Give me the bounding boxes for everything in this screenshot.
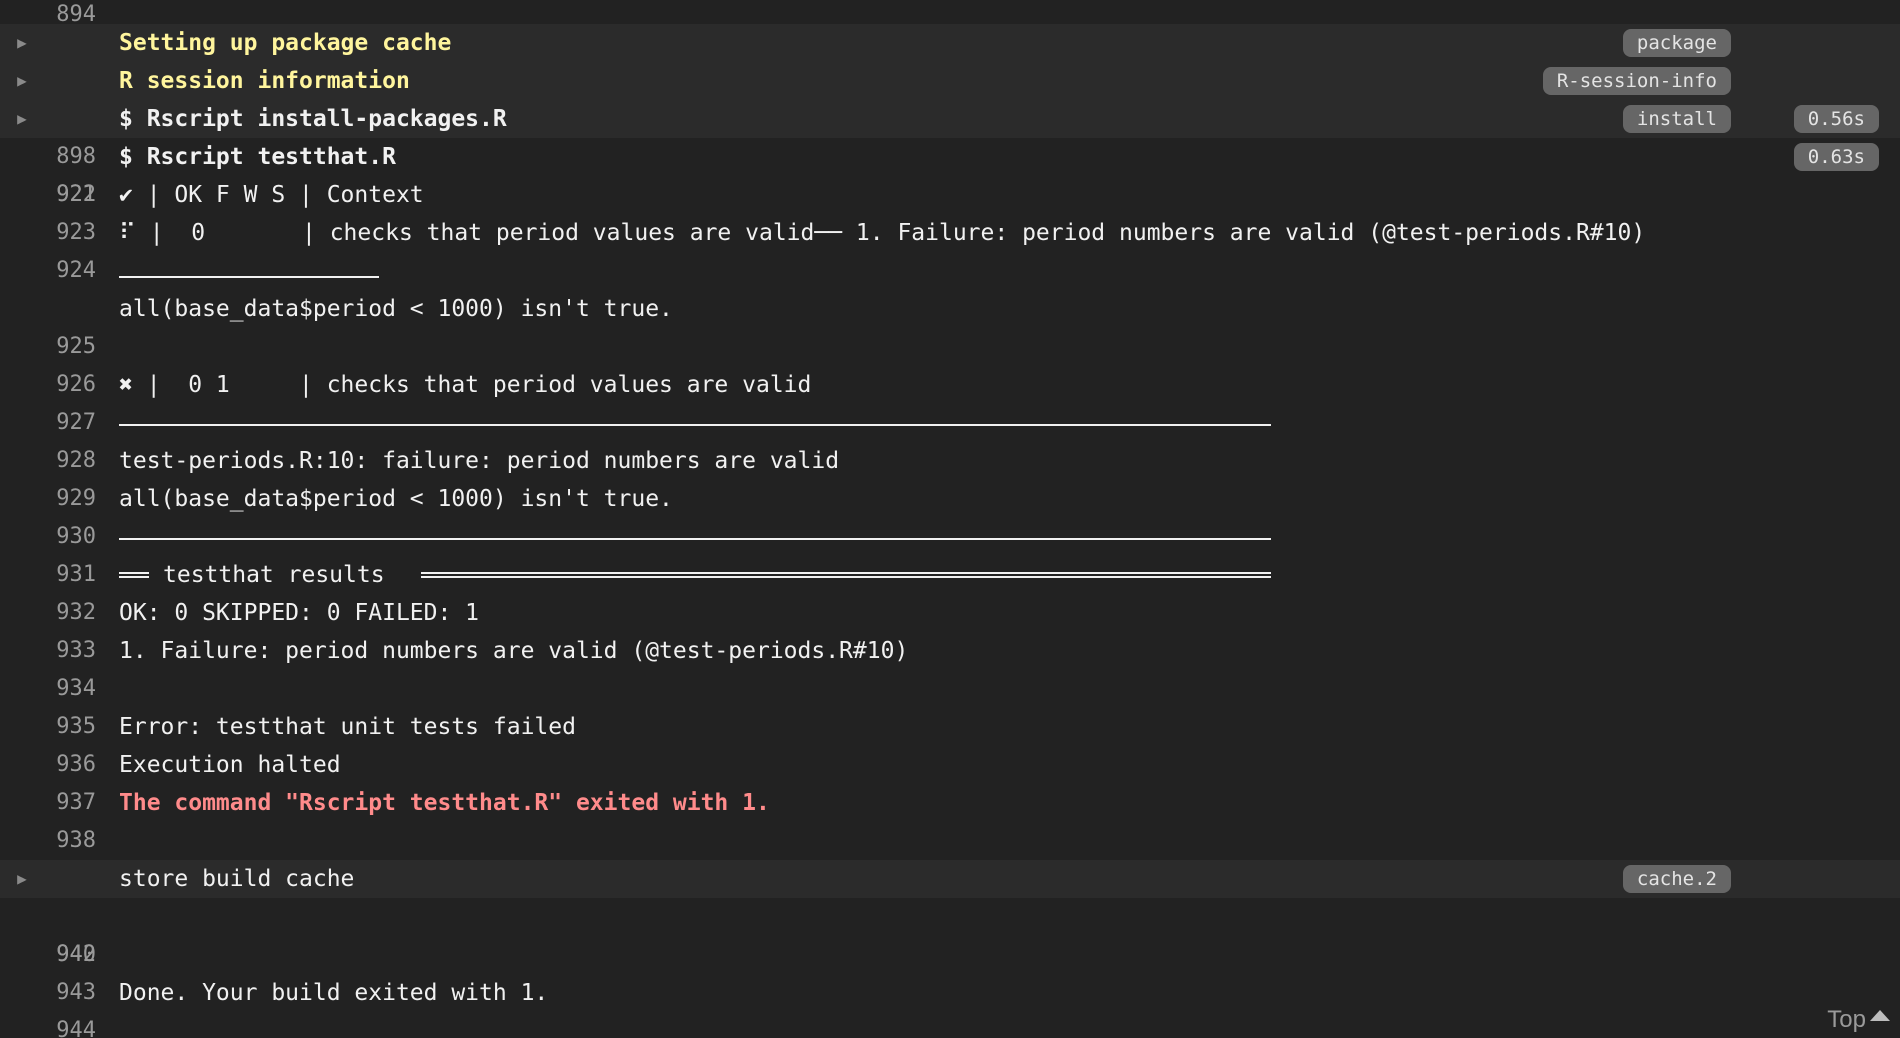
command-text: $ Rscript testthat.R xyxy=(119,144,396,170)
log-text: OK: 0 SKIPPED: 0 FAILED: 1 xyxy=(119,600,480,626)
fold-tag-package: package xyxy=(1622,29,1731,57)
log-text: Execution halted xyxy=(119,752,341,778)
triangle-right-icon[interactable]: ▶ xyxy=(13,24,31,62)
fold-section-cache[interactable]: ▶ 940 store build cache cache.2 xyxy=(0,860,1900,967)
log-text: ✔ | OK F W S | Context xyxy=(119,182,424,208)
duration-badge: 0.63s xyxy=(1793,143,1879,171)
double-rule-trail xyxy=(421,572,1271,578)
log-line: 929 test-periods.R:10: failure: period n… xyxy=(0,442,1900,511)
log-text: Done. Your build exited with 1. xyxy=(119,980,549,1006)
separator-rule xyxy=(119,424,1271,426)
triangle-right-icon[interactable]: ▶ xyxy=(13,860,31,898)
log-line: 894 xyxy=(0,0,1900,25)
log-line: 944 Done. Your build exited with 1. xyxy=(0,974,1900,1038)
log-line: 924 ⠏ | 0 | checks that period values ar… xyxy=(0,214,1900,283)
log-text: all(base_data$period < 1000) isn't true. xyxy=(119,296,673,322)
log-text: Error: testthat unit tests failed xyxy=(119,714,576,740)
line-number[interactable]: 944 xyxy=(0,1012,96,1038)
log-text: ✖ | 0 1 | checks that period values are … xyxy=(119,372,812,398)
duration-badge: 0.56s xyxy=(1793,105,1879,133)
log-line: 927 ✖ | 0 1 | checks that period values … xyxy=(0,366,1900,435)
log-line: 923 ✔ | OK F W S | Context xyxy=(0,176,1900,245)
fold-section-install[interactable]: ▶ 921 $ Rscript install-packages.R insta… xyxy=(0,100,1900,207)
triangle-right-icon[interactable]: ▶ xyxy=(13,100,31,138)
log-line: 942 xyxy=(0,898,1900,967)
scroll-to-top-button[interactable]: Top xyxy=(1815,1002,1900,1038)
build-log: 894 ▶ 895 Setting up package cache packa… xyxy=(0,0,1900,1038)
log-line: 932 testthat results xyxy=(0,556,1900,625)
results-title: testthat results xyxy=(163,562,385,588)
triangle-right-icon[interactable]: ▶ xyxy=(13,62,31,100)
caret-up-icon xyxy=(1870,1010,1890,1021)
top-label: Top xyxy=(1827,1006,1866,1033)
double-rule-lead xyxy=(119,572,149,578)
line-number[interactable]: 894 xyxy=(0,4,96,25)
fold-section-package[interactable]: ▶ 895 Setting up package cache package xyxy=(0,24,1900,131)
log-line: 931 xyxy=(0,518,1900,587)
log-line: 926 xyxy=(0,328,1900,397)
fold-tag-cache: cache.2 xyxy=(1622,865,1731,893)
log-line: 939 xyxy=(0,822,1900,891)
results-header: testthat results xyxy=(119,556,1271,594)
log-text: all(base_data$period < 1000) isn't true. xyxy=(119,486,673,512)
log-line: 925 all(base_data$period < 1000) isn't t… xyxy=(0,290,1900,359)
log-line: 937 Execution halted xyxy=(0,746,1900,815)
log-line: 933 OK: 0 SKIPPED: 0 FAILED: 1 xyxy=(0,594,1900,663)
separator-rule xyxy=(119,538,1271,540)
log-line: 922 $ Rscript testthat.R 0.63s xyxy=(0,138,1900,207)
log-line: 936 Error: testthat unit tests failed xyxy=(0,708,1900,777)
fold-title: R session information xyxy=(119,68,410,94)
log-text: ⠏ | 0 | checks that period values are va… xyxy=(119,220,1646,246)
log-text: 1. Failure: period numbers are valid (@t… xyxy=(119,638,909,664)
log-line-continuation xyxy=(0,252,1900,290)
command-text: $ Rscript install-packages.R xyxy=(119,106,507,132)
log-line: 935 xyxy=(0,670,1900,739)
log-line: 934 1. Failure: period numbers are valid… xyxy=(0,632,1900,701)
fold-tag-r-session-info: R-session-info xyxy=(1542,67,1731,95)
log-line: 928 xyxy=(0,404,1900,473)
fold-section-r-session-info[interactable]: ▶ 898 R session information R-session-in… xyxy=(0,62,1900,169)
log-line: 943 xyxy=(0,936,1900,1005)
fold-title: store build cache xyxy=(119,866,355,892)
separator-rule xyxy=(119,276,379,278)
fold-tag-install: install xyxy=(1622,105,1731,133)
log-line: 930 all(base_data$period < 1000) isn't t… xyxy=(0,480,1900,549)
error-message: The command "Rscript testthat.R" exited … xyxy=(119,790,770,816)
log-text: test-periods.R:10: failure: period numbe… xyxy=(119,448,840,474)
log-line: 938 The command "Rscript testthat.R" exi… xyxy=(0,784,1900,853)
fold-title: Setting up package cache xyxy=(119,30,452,56)
